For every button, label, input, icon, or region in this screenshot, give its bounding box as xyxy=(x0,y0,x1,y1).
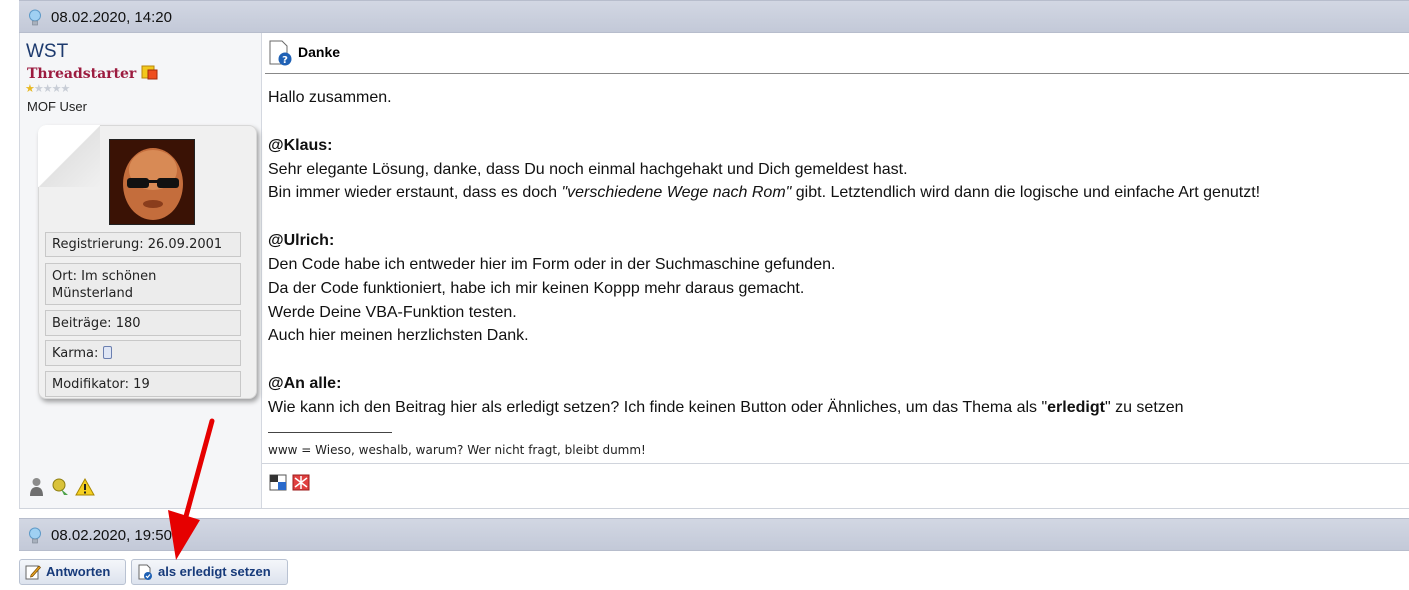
user-rank: MOF User xyxy=(27,99,87,114)
svg-text:?: ? xyxy=(282,55,288,66)
post-header-bar: 08.02.2020, 14:20 xyxy=(19,0,1409,33)
user-profile-icon[interactable] xyxy=(28,477,45,497)
signature-divider xyxy=(268,432,392,433)
threadstarter-icon xyxy=(141,65,158,80)
done-icon xyxy=(138,564,152,580)
reply-button[interactable]: Antworten xyxy=(19,559,126,585)
post-date: 08.02.2020, 14:20 xyxy=(51,9,172,26)
avatar[interactable] xyxy=(109,139,195,225)
signature: www = Wieso, weshalb, warum? Wer nicht f… xyxy=(268,443,646,457)
karma-bar-icon xyxy=(102,346,112,359)
title-divider xyxy=(265,73,1409,74)
annotation-arrow xyxy=(168,418,215,560)
post-message: Hallo zusammen. @Klaus: Sehr elegante Lö… xyxy=(268,89,1261,416)
bulb-icon xyxy=(29,527,41,544)
pencil-icon xyxy=(25,565,41,580)
profile-modifier: Modifikator: 19 xyxy=(45,371,241,397)
profile-location: Ort: Im schönen Münsterland xyxy=(45,263,241,305)
post-date: 08.02.2020, 19:50 xyxy=(51,527,172,544)
document-question-icon: ? xyxy=(269,40,292,66)
username-link[interactable]: WST xyxy=(26,41,68,63)
card-page-fold xyxy=(38,125,100,187)
report-post-icon[interactable] xyxy=(269,474,287,491)
profile-registered: Registrierung: 26.09.2001 xyxy=(45,232,241,257)
post-title: Danke xyxy=(298,44,341,60)
award-icon[interactable] xyxy=(51,477,71,497)
avatar-image xyxy=(110,140,194,224)
share-post-icon[interactable] xyxy=(292,474,310,491)
signature-separator xyxy=(262,463,1409,464)
profile-posts: Beiträge: 180 xyxy=(45,310,241,336)
warning-icon[interactable] xyxy=(75,477,95,497)
bulb-icon xyxy=(29,9,41,26)
profile-karma: Karma: xyxy=(45,340,241,366)
rank-stars: ★★★★★ xyxy=(25,83,70,95)
user-title: Threadstarter xyxy=(27,65,158,82)
